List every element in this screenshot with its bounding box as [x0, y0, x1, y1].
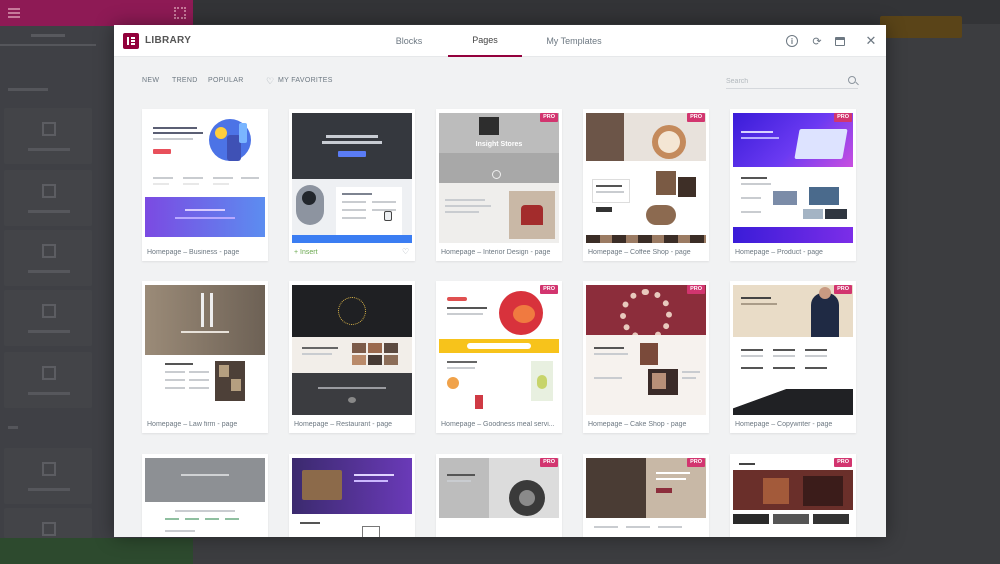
template-name: Homepage – Law firm - page: [147, 421, 238, 428]
apps-grid-icon[interactable]: [174, 7, 186, 19]
filter-popular[interactable]: POPULAR: [208, 77, 244, 84]
zoom-icon: [492, 170, 501, 179]
modal-header: LIBRARY Blocks Pages My Templates i ⟳ ✕: [114, 25, 886, 57]
template-name: Homepage – Business - page: [147, 249, 240, 256]
template-card[interactable]: [142, 454, 268, 537]
template-name: Homepage – Cake Shop - page: [588, 421, 687, 428]
pro-badge: PRO: [540, 285, 558, 294]
filter-trend[interactable]: TREND: [172, 77, 198, 84]
pro-badge: PRO: [834, 113, 852, 122]
pro-badge: PRO: [540, 458, 558, 467]
pro-badge: PRO: [687, 113, 705, 122]
editor-widget[interactable]: [4, 352, 92, 408]
heart-icon: ♡: [266, 76, 275, 86]
library-title: LIBRARY: [145, 35, 192, 46]
template-card-product[interactable]: PRO Homepage – Product - page: [730, 109, 856, 261]
template-name: Homepage – Interior Design - page: [441, 249, 551, 256]
save-icon[interactable]: [833, 34, 847, 48]
editor-widget[interactable]: [4, 170, 92, 226]
filter-toolbar: NEW TREND POPULAR ♡ MY FAVORITES: [114, 71, 886, 91]
template-card[interactable]: PRO: [730, 454, 856, 537]
preview-header: [193, 0, 1000, 24]
template-card[interactable]: PRO: [583, 454, 709, 537]
editor-footer: [0, 538, 193, 564]
template-thumbnail: [586, 458, 706, 537]
template-thumbnail: [292, 113, 412, 243]
editor-tab[interactable]: [0, 26, 96, 46]
template-thumbnail: [292, 285, 412, 415]
template-card-business[interactable]: Homepage – Business - page: [142, 109, 268, 261]
pro-badge: PRO: [687, 285, 705, 294]
search-input[interactable]: [726, 75, 836, 87]
template-thumbnail: [292, 458, 412, 537]
search-box: [726, 73, 858, 89]
template-thumbnail: [733, 458, 853, 537]
preview-cta-button[interactable]: [880, 16, 962, 38]
editor-widget[interactable]: [4, 448, 92, 504]
filter-new[interactable]: NEW: [142, 77, 159, 84]
editor-widget[interactable]: [4, 290, 92, 346]
template-thumbnail: [439, 285, 559, 415]
pro-badge: PRO: [540, 113, 558, 122]
favorite-heart-icon[interactable]: ♡: [402, 247, 409, 256]
elementor-logo-icon: [123, 33, 139, 49]
template-thumbnail: [733, 113, 853, 243]
editor-widget[interactable]: [4, 108, 92, 164]
template-name: Homepage – Goodness meal servi...: [441, 421, 555, 428]
plus-icon: +: [294, 249, 299, 256]
template-name: Homepage – Product - page: [735, 249, 823, 256]
template-thumbnail: [145, 113, 265, 243]
template-thumbnail: [586, 285, 706, 415]
template-thumbnail: Insight Stores: [439, 113, 559, 243]
editor-section-label: [8, 88, 48, 91]
template-card-cake-shop[interactable]: PRO Homepage – Cake Shop - page: [583, 281, 709, 433]
template-thumbnail: [145, 458, 265, 537]
template-name: Homepage – Coffee Shop - page: [588, 249, 691, 256]
editor-header: [0, 0, 193, 26]
hamburger-icon[interactable]: [8, 8, 20, 10]
library-modal: LIBRARY Blocks Pages My Templates i ⟳ ✕ …: [114, 25, 886, 537]
insert-label[interactable]: + Insert: [294, 249, 412, 256]
template-card-restaurant[interactable]: Homepage – Restaurant - page: [289, 281, 415, 433]
template-thumbnail: [733, 285, 853, 415]
sync-icon[interactable]: ⟳: [810, 34, 824, 48]
template-card-coffee-shop[interactable]: PRO Homepage – Coffee Shop - page: [583, 109, 709, 261]
editor-section-label: [8, 426, 18, 429]
thumb-heading: Insight Stores: [475, 141, 523, 148]
pro-badge: PRO: [687, 458, 705, 467]
template-card-copywriter[interactable]: PRO Homepage – Copywriter - page: [730, 281, 856, 433]
template-card-interior-design[interactable]: Insight Stores PRO Homepage – Interior D…: [436, 109, 562, 261]
template-name: Homepage – Restaurant - page: [294, 421, 393, 428]
template-card[interactable]: PRO: [436, 454, 562, 537]
search-icon[interactable]: [848, 76, 856, 84]
template-thumbnail: [586, 113, 706, 243]
template-thumbnail: [439, 458, 559, 537]
template-card-goodness-meal[interactable]: PRO Homepage – Goodness meal servi...: [436, 281, 562, 433]
template-card-insert[interactable]: + Insert ♡: [289, 109, 415, 261]
pro-badge: PRO: [834, 285, 852, 294]
tab-blocks[interactable]: Blocks: [368, 25, 450, 57]
editor-widget[interactable]: [4, 508, 92, 538]
editor-widget[interactable]: [4, 230, 92, 286]
template-name: Homepage – Copywriter - page: [735, 421, 833, 428]
pro-badge: PRO: [834, 458, 852, 467]
tab-pages[interactable]: Pages: [448, 25, 522, 57]
info-icon[interactable]: i: [786, 35, 798, 47]
close-icon[interactable]: ✕: [864, 33, 878, 48]
filter-my-favorites[interactable]: MY FAVORITES: [278, 77, 333, 84]
template-thumbnail: [145, 285, 265, 415]
insert-text: Insert: [300, 249, 318, 256]
template-card[interactable]: [289, 454, 415, 537]
tab-my-templates[interactable]: My Templates: [524, 25, 624, 57]
template-card-law-firm[interactable]: Homepage – Law firm - page: [142, 281, 268, 433]
